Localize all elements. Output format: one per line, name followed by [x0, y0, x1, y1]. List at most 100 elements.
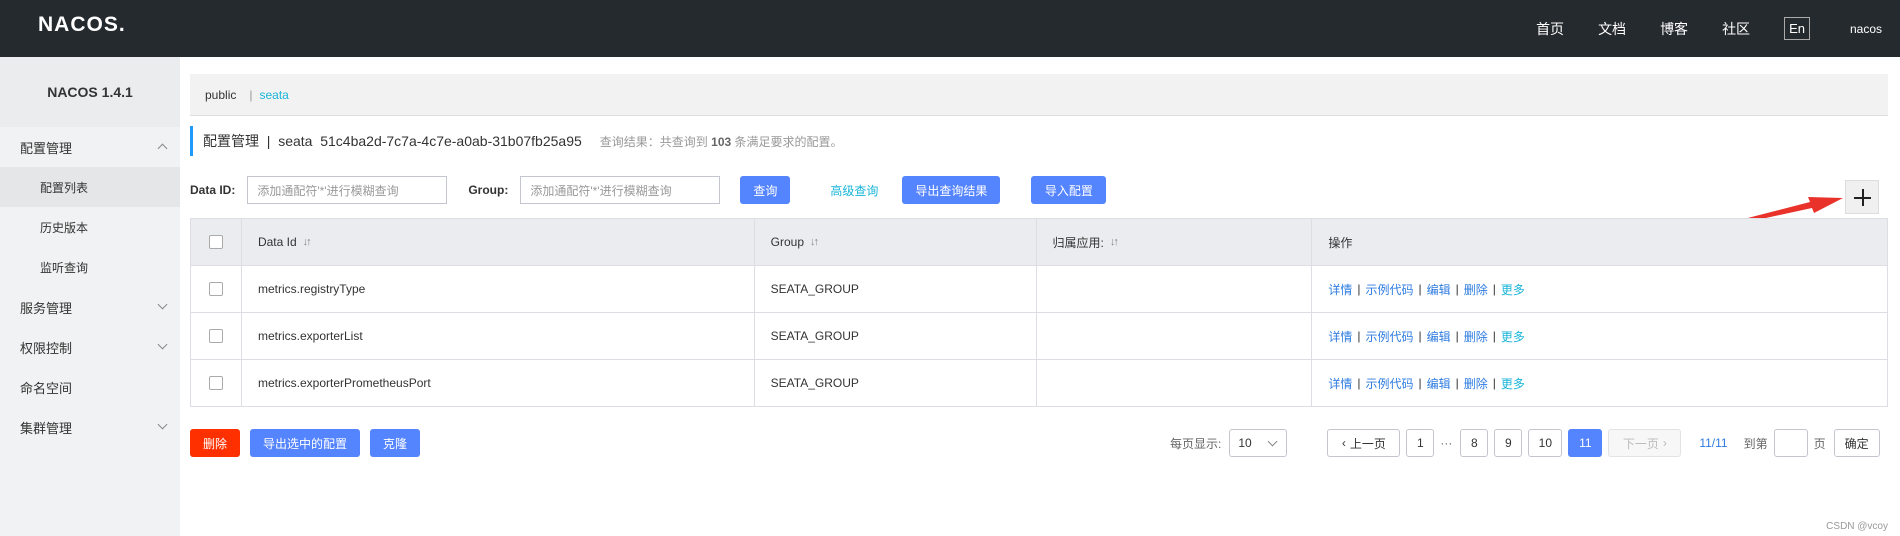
- header-label: Data Id: [257, 235, 297, 249]
- dataid-search-input[interactable]: 添加通配符'*'进行模糊查询: [247, 176, 448, 204]
- sidebar-item-cluster-management[interactable]: 集群管理: [0, 407, 180, 447]
- op-separator: |: [1357, 329, 1361, 343]
- nacos-logo[interactable]: NACOS.: [38, 13, 126, 37]
- sort-icon[interactable]: ↓↑: [303, 236, 312, 248]
- export-selected-button[interactable]: 导出选中的配置: [250, 429, 360, 457]
- row-checkbox[interactable]: [208, 282, 223, 296]
- sidebar-item-config-management[interactable]: 配置管理: [0, 127, 180, 167]
- row-select-cell: [191, 360, 242, 406]
- hint-prefix: 查询结果：共查询到: [599, 134, 708, 149]
- sidebar-item-service-management[interactable]: 服务管理: [0, 287, 180, 327]
- namespace-seata[interactable]: seata: [259, 88, 288, 102]
- more-link[interactable]: 更多: [1501, 328, 1525, 345]
- config-table: Data Id ↓↑ Group ↓↑ 归属应用: ↓↑ 操作 metrics.reg…: [190, 218, 1889, 407]
- page-summary: 11/11: [1699, 436, 1728, 450]
- page-title: 配置管理 | seata 51c4ba2d-7c7a-4c7e-a0ab-31b…: [203, 133, 582, 149]
- chevron-up-icon: [157, 143, 168, 154]
- detail-link[interactable]: 详情: [1328, 281, 1352, 298]
- group-label: Group:: [468, 183, 509, 197]
- user-menu[interactable]: nacos: [1850, 22, 1882, 36]
- cell-dataid: metrics.exporterList: [242, 313, 755, 359]
- chevron-down-icon: [157, 419, 168, 430]
- header-app[interactable]: 归属应用: ↓↑: [1037, 219, 1313, 265]
- detail-link[interactable]: 详情: [1328, 375, 1352, 392]
- clone-button[interactable]: 克隆: [370, 429, 420, 457]
- query-button[interactable]: 查询: [740, 176, 791, 204]
- op-separator: |: [1418, 282, 1422, 296]
- select-all-checkbox[interactable]: [208, 235, 223, 249]
- page-1-button[interactable]: 1: [1406, 429, 1435, 457]
- sidebar-item-label: 监听查询: [40, 260, 89, 275]
- nav-docs[interactable]: 文档: [1598, 19, 1626, 39]
- page-size-value: 10: [1238, 436, 1252, 450]
- sidebar-item-namespace[interactable]: 命名空间: [0, 367, 180, 407]
- page-8-button[interactable]: 8: [1460, 429, 1489, 457]
- op-separator: |: [1492, 329, 1496, 343]
- delete-link[interactable]: 删除: [1464, 281, 1488, 298]
- op-separator: |: [1357, 376, 1361, 390]
- sample-code-link[interactable]: 示例代码: [1366, 328, 1414, 345]
- row-checkbox[interactable]: [208, 376, 223, 390]
- import-config-button[interactable]: 导入配置: [1031, 176, 1107, 204]
- add-config-button[interactable]: [1845, 180, 1879, 214]
- dataid-label: Data ID:: [190, 183, 236, 197]
- op-separator: |: [1455, 329, 1459, 343]
- version-label: NACOS 1.4.1: [0, 57, 180, 127]
- row-checkbox[interactable]: [208, 329, 223, 343]
- page-9-button[interactable]: 9: [1494, 429, 1523, 457]
- next-page-label: 下一页: [1622, 436, 1659, 451]
- table-row: metrics.exporterList SEATA_GROUP 详情 | 示例代…: [191, 313, 1889, 360]
- namespace-public[interactable]: public: [205, 88, 236, 102]
- sidebar: NACOS 1.4.1 配置管理 配置列表 历史版本 监听查询 服务管理 权限控…: [0, 57, 180, 536]
- page-size-select[interactable]: 10: [1229, 429, 1288, 457]
- header-dataid[interactable]: Data Id ↓↑: [242, 219, 755, 265]
- edit-link[interactable]: 编辑: [1427, 375, 1451, 392]
- prev-page-label: 上一页: [1349, 436, 1386, 451]
- page-unit-label: 页: [1813, 436, 1826, 451]
- sidebar-item-history[interactable]: 历史版本: [0, 207, 180, 247]
- sidebar-item-config-list[interactable]: 配置列表: [0, 167, 180, 207]
- delete-selected-button[interactable]: 删除: [190, 429, 240, 457]
- group-search-input[interactable]: 添加通配符'*'进行模糊查询: [520, 176, 721, 204]
- edit-link[interactable]: 编辑: [1427, 328, 1451, 345]
- table-row: metrics.exporterPrometheusPort SEATA_GRO…: [191, 360, 1889, 407]
- delete-link[interactable]: 删除: [1464, 375, 1488, 392]
- language-switch-button[interactable]: En: [1784, 17, 1810, 40]
- cell-group: SEATA_GROUP: [755, 360, 1037, 406]
- sample-code-link[interactable]: 示例代码: [1366, 281, 1414, 298]
- select-all-cell: [191, 219, 242, 265]
- sort-icon[interactable]: ↓↑: [810, 236, 819, 248]
- op-separator: |: [1455, 282, 1459, 296]
- op-separator: |: [1418, 376, 1422, 390]
- sidebar-item-label: 配置列表: [40, 180, 89, 195]
- delete-link[interactable]: 删除: [1464, 328, 1488, 345]
- prev-page-button[interactable]: ‹ 上一页: [1327, 429, 1401, 457]
- filter-bar: Data ID: 添加通配符'*'进行模糊查询 Group: 添加通配符'*'进…: [190, 176, 1107, 204]
- sample-code-link[interactable]: 示例代码: [1366, 375, 1414, 392]
- page-10-button[interactable]: 10: [1528, 429, 1563, 457]
- namespace-bar: public | seata: [190, 74, 1888, 116]
- chevron-down-icon: [1267, 436, 1278, 447]
- nav-community[interactable]: 社区: [1722, 19, 1750, 39]
- edit-link[interactable]: 编辑: [1427, 281, 1451, 298]
- goto-label: 到第: [1743, 436, 1768, 451]
- detail-link[interactable]: 详情: [1328, 328, 1352, 345]
- sidebar-item-listener-query[interactable]: 监听查询: [0, 247, 180, 287]
- nav-home[interactable]: 首页: [1536, 19, 1564, 39]
- page-11-button[interactable]: 11: [1568, 429, 1603, 457]
- export-results-button[interactable]: 导出查询结果: [902, 176, 1001, 204]
- pagination: 每页显示: 10 ‹ 上一页 1 ··· 8 9 10 11 下一页 › 11/…: [1170, 429, 1886, 457]
- top-bar: NACOS. 首页 文档 博客 社区 En nacos: [0, 0, 1900, 57]
- sort-icon[interactable]: ↓↑: [1110, 236, 1119, 248]
- nav-blog[interactable]: 博客: [1660, 19, 1688, 39]
- next-page-button[interactable]: 下一页 ›: [1608, 429, 1682, 457]
- sidebar-item-access-control[interactable]: 权限控制: [0, 327, 180, 367]
- goto-confirm-button[interactable]: 确定: [1833, 429, 1880, 457]
- cell-app: [1037, 360, 1313, 406]
- header-group[interactable]: Group ↓↑: [755, 219, 1037, 265]
- more-link[interactable]: 更多: [1501, 281, 1525, 298]
- chevron-left-icon: ‹: [1341, 436, 1346, 450]
- more-link[interactable]: 更多: [1501, 375, 1525, 392]
- goto-page-input[interactable]: [1773, 429, 1808, 457]
- advanced-query-link[interactable]: 高级查询: [830, 182, 878, 199]
